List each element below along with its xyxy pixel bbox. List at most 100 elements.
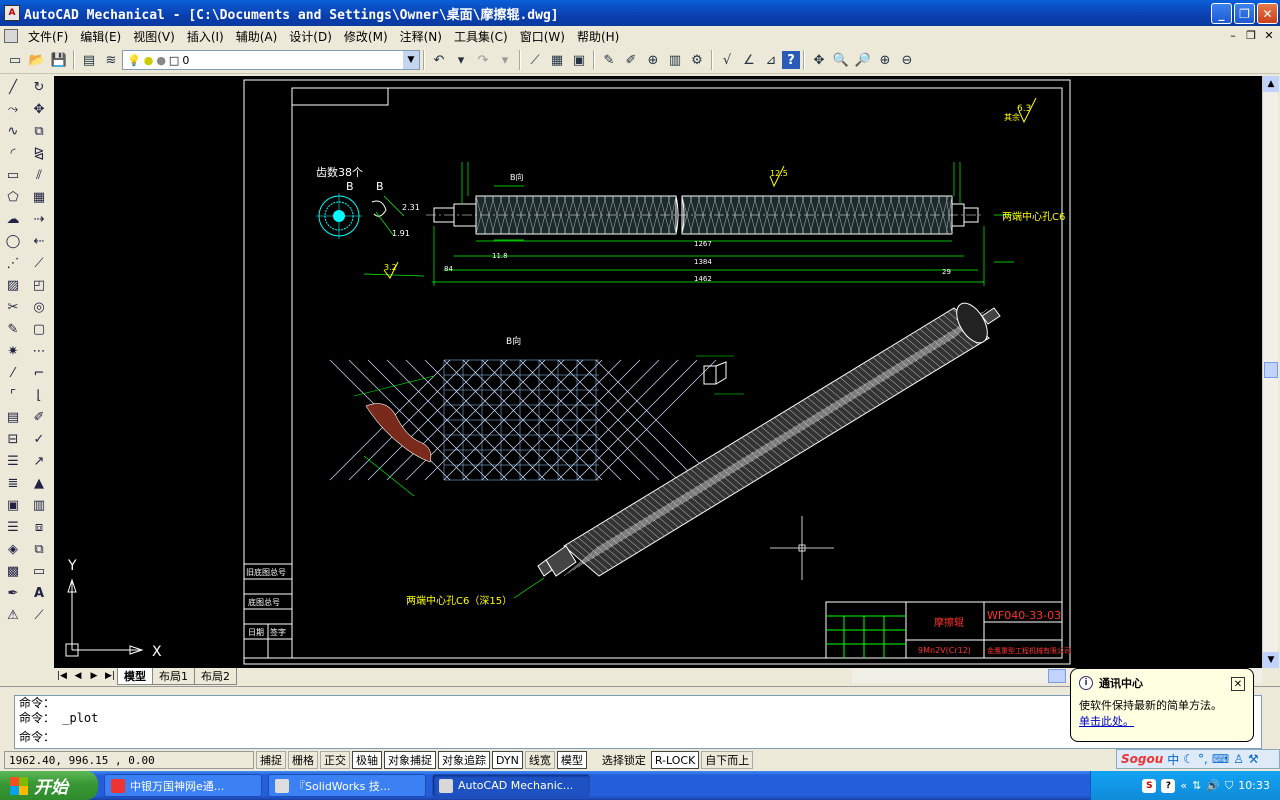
redo-dropdown-icon[interactable]: ▾ xyxy=(494,49,516,71)
lineweight-toggle[interactable]: 线宽 xyxy=(524,751,555,769)
cabinet-icon[interactable]: ▥ xyxy=(26,494,52,516)
point-icon[interactable]: ⋰ xyxy=(0,252,26,274)
zoom-realtime-icon[interactable]: 🔍 xyxy=(830,49,852,71)
tab-layout1[interactable]: 布局1 xyxy=(152,667,195,685)
doc-restore-button[interactable]: ❐ xyxy=(1244,28,1258,42)
monitor-icon[interactable]: ▭ xyxy=(26,560,52,582)
layer-states-icon[interactable]: ≋ xyxy=(100,49,122,71)
prev-tab-icon[interactable]: ◀ xyxy=(70,671,86,681)
chamfer-icon[interactable]: ⌜ xyxy=(0,384,26,406)
undo-icon[interactable]: ↶ xyxy=(428,49,450,71)
pencil-icon[interactable]: ✎ xyxy=(598,49,620,71)
scroll-up-icon[interactable]: ▲ xyxy=(1263,76,1279,92)
minimize-button[interactable]: _ xyxy=(1211,3,1232,24)
pen-icon[interactable]: ✒ xyxy=(0,582,26,604)
list-icon[interactable]: ≣ xyxy=(0,472,26,494)
last-tab-icon[interactable]: ▶| xyxy=(102,671,118,681)
menu-file[interactable]: 文件(F) xyxy=(22,28,74,45)
help-tray-icon[interactable]: ? xyxy=(1161,778,1176,793)
doc-close-button[interactable]: ✕ xyxy=(1262,28,1276,42)
rotate-icon[interactable]: ↻ xyxy=(26,76,52,98)
dimension-icon[interactable]: ⟋ xyxy=(524,49,546,71)
revcloud-icon[interactable]: ☁ xyxy=(0,208,26,230)
doc-minimize-button[interactable]: – xyxy=(1226,28,1240,42)
frame-icon[interactable]: ▣ xyxy=(0,494,26,516)
measure-icon[interactable]: ⟋ xyxy=(26,604,52,626)
arrow-icon[interactable]: ↗ xyxy=(26,450,52,472)
color-icon[interactable]: ◈ xyxy=(0,538,26,560)
osnap-toggle[interactable]: 对象捕捉 xyxy=(384,751,436,769)
r-lock[interactable]: R-LOCK xyxy=(650,751,700,769)
sogou-tray-icon[interactable]: S xyxy=(1142,778,1157,793)
text-icon[interactable]: A xyxy=(26,582,52,604)
vertical-scrollbar[interactable]: ▲ ▼ xyxy=(1262,76,1279,668)
menu-assist[interactable]: 辅助(A) xyxy=(230,28,284,45)
menu-toolset[interactable]: 工具集(C) xyxy=(448,28,514,45)
table-icon[interactable]: ⁄ xyxy=(0,362,26,384)
fillet-icon[interactable]: ⌐ xyxy=(26,362,52,384)
copy-icon[interactable]: ⧉ xyxy=(26,120,52,142)
punctuation-icon[interactable]: °, xyxy=(1198,752,1208,766)
blocks-icon[interactable]: ⧉ xyxy=(26,538,52,560)
shield-icon[interactable]: ⛉ xyxy=(1225,779,1233,793)
mirror-icon[interactable]: ⧎ xyxy=(26,142,52,164)
balloon-icon[interactable]: ⊕ xyxy=(642,49,664,71)
break-icon[interactable]: ⋯ xyxy=(26,340,52,362)
balloon-close-icon[interactable]: ✕ xyxy=(1231,677,1245,691)
angle-icon[interactable]: ∠ xyxy=(738,49,760,71)
keyboard-icon[interactable]: ⌨ xyxy=(1212,752,1229,766)
menu-insert[interactable]: 插入(I) xyxy=(181,28,230,45)
otrack-toggle[interactable]: 对象追踪 xyxy=(438,751,490,769)
polygon-icon[interactable]: ⬠ xyxy=(0,186,26,208)
task-autocad[interactable]: AutoCAD Mechanic... xyxy=(432,774,590,797)
block-icon[interactable]: ▥ xyxy=(664,49,686,71)
help-icon[interactable]: ? xyxy=(782,51,800,69)
edit-icon[interactable]: ✐ xyxy=(26,406,52,428)
menu-window[interactable]: 窗口(W) xyxy=(514,28,571,45)
close-button[interactable]: ✕ xyxy=(1257,3,1278,24)
weld-icon[interactable]: ⊿ xyxy=(760,49,782,71)
snap-toggle[interactable]: 捕捉 xyxy=(256,751,286,769)
redo-icon[interactable]: ↷ xyxy=(472,49,494,71)
polar-toggle[interactable]: 极轴 xyxy=(352,751,382,769)
start-button[interactable]: 开始 xyxy=(0,771,98,800)
grid-icon[interactable]: ▦ xyxy=(546,49,568,71)
trim-icon[interactable]: ⇠ xyxy=(26,230,52,252)
erase-icon[interactable]: ✂ xyxy=(0,296,26,318)
restore-button[interactable]: ❐ xyxy=(1234,3,1255,24)
offset-icon[interactable]: ⫽ xyxy=(26,164,52,186)
first-tab-icon[interactable]: |◀ xyxy=(54,671,70,681)
scroll-thumb[interactable] xyxy=(1264,362,1278,378)
balloon-link[interactable]: 单击此处。 xyxy=(1079,715,1134,728)
wrench-icon[interactable]: ⚒ xyxy=(1248,752,1259,766)
task-bank[interactable]: 中银万国神网e通... xyxy=(104,774,262,797)
explode-icon[interactable]: ✷ xyxy=(0,340,26,362)
new-file-icon[interactable]: ▭ xyxy=(4,49,26,71)
properties-icon[interactable]: ▣ xyxy=(568,49,590,71)
next-tab-icon[interactable]: ▶ xyxy=(86,671,102,681)
zoom-window-icon[interactable]: 🔎 xyxy=(852,49,874,71)
zoom-in-icon[interactable]: ⊕ xyxy=(874,49,896,71)
network-icon[interactable]: ⇅ xyxy=(1192,779,1201,792)
check-icon[interactable]: ✓ xyxy=(26,428,52,450)
layer-dropdown[interactable]: 💡 ● ● □ 0 ▼ xyxy=(122,50,420,70)
pyramid-icon[interactable]: ▲ xyxy=(26,472,52,494)
dyn-toggle[interactable]: DYN xyxy=(492,751,523,769)
menu-view[interactable]: 视图(V) xyxy=(127,28,181,45)
tab-layout2[interactable]: 布局2 xyxy=(194,667,237,685)
construction-line-icon[interactable]: ⤳ xyxy=(0,98,26,120)
coordinate-readout[interactable]: 1962.40, 996.15 , 0.00 xyxy=(4,751,254,769)
section-icon[interactable]: ⊟ xyxy=(0,428,26,450)
layer-manager-icon[interactable]: ▤ xyxy=(78,49,100,71)
layer-icon[interactable]: ☰ xyxy=(0,450,26,472)
spline-icon[interactable]: ∿ xyxy=(0,120,26,142)
moon-icon[interactable]: ☾ xyxy=(1183,752,1194,766)
palette-icon[interactable]: ▩ xyxy=(0,560,26,582)
arc-icon[interactable]: ◜ xyxy=(0,142,26,164)
open-folder-icon[interactable]: 📂 xyxy=(26,49,48,71)
menu-design[interactable]: 设计(D) xyxy=(283,28,338,45)
menu-edit[interactable]: 编辑(E) xyxy=(74,28,127,45)
warning-icon[interactable]: ⚠ xyxy=(0,604,26,626)
selection-lock[interactable]: 选择锁定 xyxy=(599,751,649,769)
region-icon[interactable]: ▢ xyxy=(26,318,52,340)
